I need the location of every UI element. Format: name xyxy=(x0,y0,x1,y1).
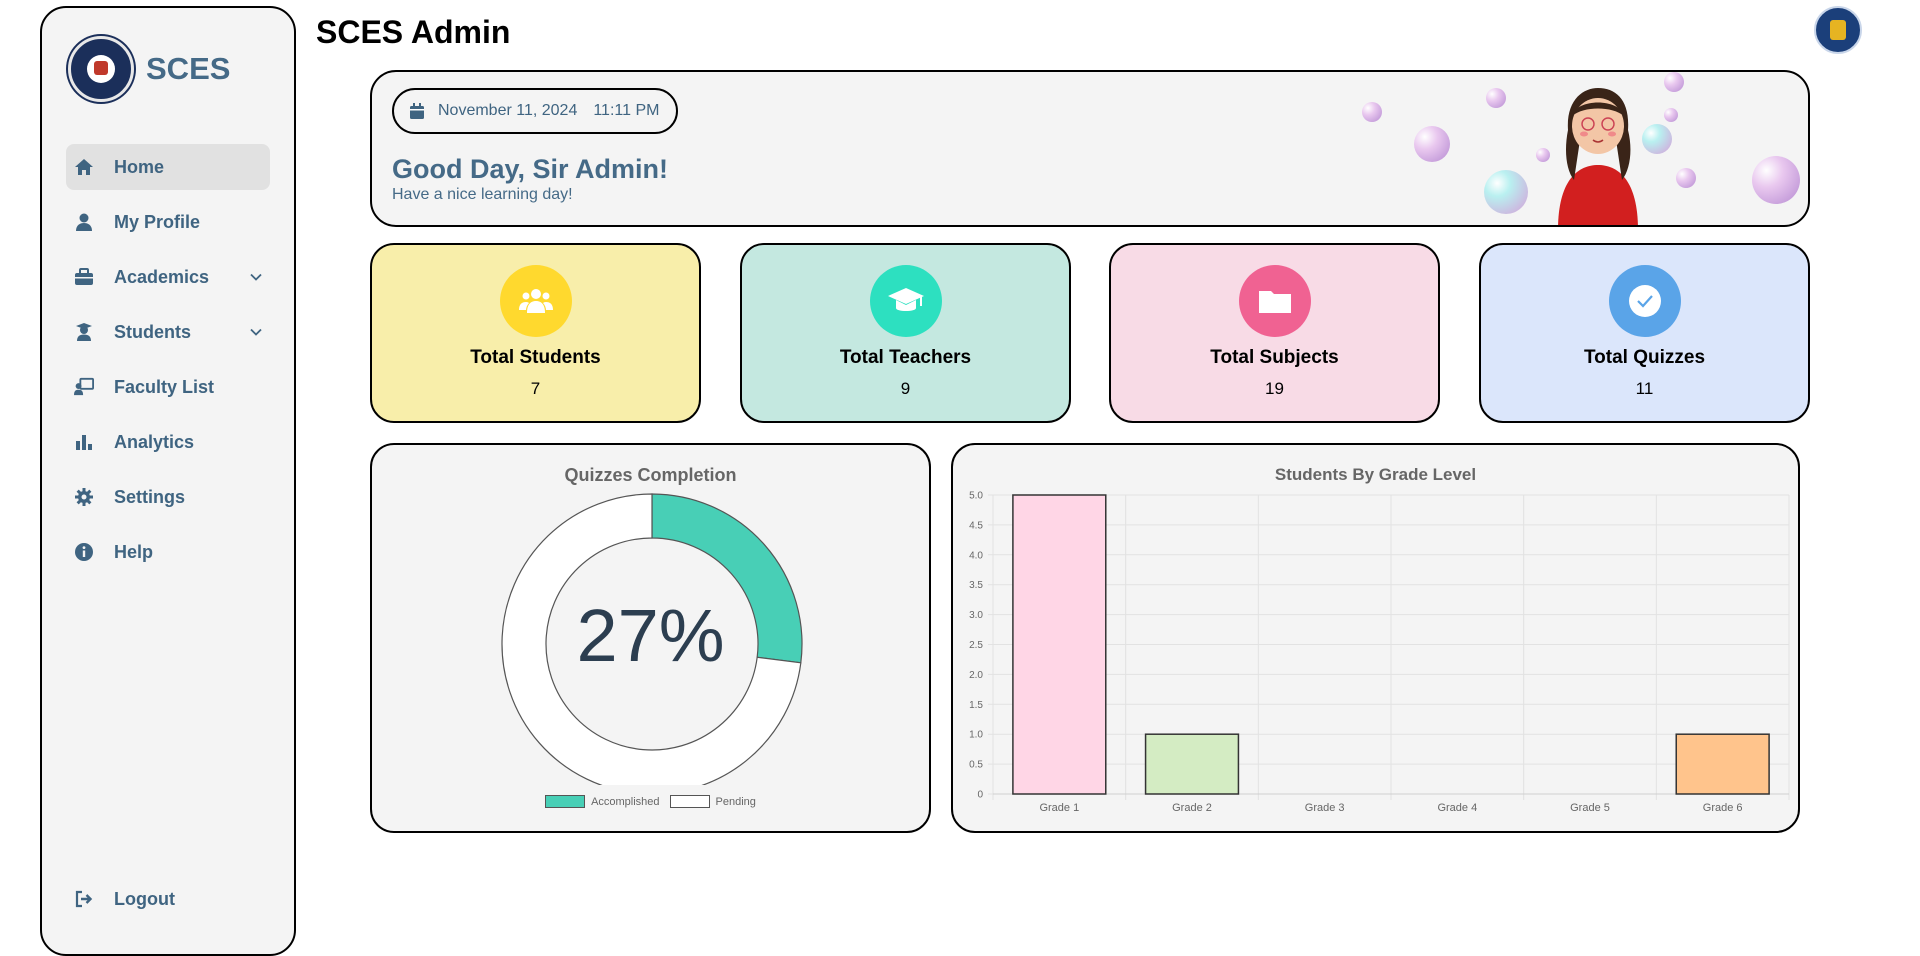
brand-name: SCES xyxy=(146,51,231,86)
legend-swatch xyxy=(669,795,710,808)
y-tick-label: 4.0 xyxy=(969,550,983,561)
sidebar-item-label: Analytics xyxy=(114,431,195,452)
school-logo-icon xyxy=(68,36,134,102)
gear-icon xyxy=(75,488,93,506)
briefcase-icon xyxy=(75,268,93,285)
sidebar-item-academics[interactable]: Academics xyxy=(66,254,270,300)
sidebar: SCES Home My Profile Academics Students … xyxy=(40,6,296,956)
greeting-heading: Good Day, Sir Admin! xyxy=(392,154,669,184)
sidebar-item-help[interactable]: Help xyxy=(66,529,270,575)
y-tick-label: 1.0 xyxy=(969,730,983,741)
sidebar-item-my-profile[interactable]: My Profile xyxy=(66,199,270,245)
current-date: November 11, 2024 xyxy=(438,102,578,119)
quizzes-completion-panel: Quizzes Completion 27% Accomplished Pend… xyxy=(370,443,931,833)
sidebar-item-students[interactable]: Students xyxy=(66,309,270,355)
student-character-illustration xyxy=(1558,88,1638,225)
sidebar-item-faculty-list[interactable]: Faculty List xyxy=(66,364,270,410)
y-tick-label: 0 xyxy=(977,790,983,801)
logout-label: Logout xyxy=(114,888,175,909)
logout-button[interactable]: Logout xyxy=(66,876,270,922)
page-title: SCES Admin xyxy=(316,14,511,50)
legend-swatch xyxy=(545,795,586,808)
sidebar-item-home[interactable]: Home xyxy=(66,144,270,190)
sidebar-nav: Home My Profile Academics Students Facul… xyxy=(66,144,270,584)
calendar-icon xyxy=(410,103,424,119)
greeting-subtitle: Have a nice learning day! xyxy=(392,186,573,203)
stat-label: Total Subjects xyxy=(1210,347,1339,368)
stat-value: 19 xyxy=(1265,379,1284,398)
x-tick-label: Grade 5 xyxy=(1570,802,1610,814)
sidebar-item-analytics[interactable]: Analytics xyxy=(66,419,270,465)
legend-item-pending[interactable]: Pending xyxy=(669,795,756,808)
bar-grade-6[interactable] xyxy=(1675,733,1770,795)
teacher-board-icon xyxy=(74,377,94,396)
grade-level-panel: Students By Grade Level 0 0.5 1.0 1.5 2.0 2.5… xyxy=(951,443,1800,833)
bar-chart-icon xyxy=(76,435,92,450)
student-icon xyxy=(76,323,92,341)
sidebar-item-label: Help xyxy=(114,541,154,562)
avatar[interactable] xyxy=(1814,6,1862,54)
stat-card-teachers[interactable]: Total Teachers 9 xyxy=(740,243,1071,423)
chart-legend: Accomplished Pending xyxy=(372,795,929,808)
stat-value: 7 xyxy=(530,379,541,398)
x-tick-label: Grade 3 xyxy=(1305,802,1345,814)
chevron-down-icon[interactable] xyxy=(250,271,262,283)
y-tick-label: 1.5 xyxy=(969,700,983,711)
y-tick-label: 2.0 xyxy=(969,670,983,681)
info-icon xyxy=(75,543,93,561)
bar-grade-2[interactable] xyxy=(1144,733,1240,795)
donut-center-percent: 27% xyxy=(576,594,725,677)
y-tick-label: 5.0 xyxy=(969,491,983,502)
stat-card-subjects[interactable]: Total Subjects 19 xyxy=(1109,243,1440,423)
y-tick-label: 3.5 xyxy=(969,580,983,591)
bar-grade-1[interactable] xyxy=(1012,494,1107,795)
y-tick-label: 0.5 xyxy=(969,760,983,771)
brand[interactable]: SCES xyxy=(68,36,230,102)
stat-card-students[interactable]: Total Students 7 xyxy=(370,243,701,423)
legend-item-accomplished[interactable]: Accomplished xyxy=(545,795,660,808)
legend-label: Accomplished xyxy=(591,795,660,808)
stat-label: Total Quizzes xyxy=(1583,347,1706,368)
stat-value: 9 xyxy=(900,379,911,398)
sidebar-item-settings[interactable]: Settings xyxy=(66,474,270,520)
sidebar-item-label: Students xyxy=(114,321,192,342)
user-icon xyxy=(76,213,92,231)
check-circle-icon xyxy=(1609,265,1681,337)
y-tick-label: 4.5 xyxy=(969,520,983,531)
grade-level-bar-chart: 0 0.5 1.0 1.5 2.0 2.5 3.0 3.5 4.0 4.5 5.0 Grade 1 Gr… xyxy=(969,491,1790,814)
folder-icon xyxy=(1239,265,1311,337)
y-tick-label: 3.0 xyxy=(969,610,983,621)
logout-icon xyxy=(75,890,93,908)
x-tick-label: Grade 2 xyxy=(1172,802,1212,814)
current-time: 11:11 PM xyxy=(593,102,660,119)
chevron-down-icon[interactable] xyxy=(250,326,262,338)
home-icon xyxy=(75,159,93,175)
sidebar-item-label: Academics xyxy=(114,266,210,287)
stat-card-quizzes[interactable]: Total Quizzes 11 xyxy=(1479,243,1810,423)
graduation-cap-icon xyxy=(870,265,942,337)
legend-label: Pending xyxy=(715,795,756,808)
y-tick-label: 2.5 xyxy=(969,640,983,651)
welcome-banner: November 11, 2024 11:11 PM Good Day, Sir… xyxy=(370,70,1810,227)
stat-label: Total Students xyxy=(470,347,601,368)
date-time-display: November 11, 2024 11:11 PM xyxy=(392,88,678,134)
sidebar-item-label: Faculty List xyxy=(114,376,215,397)
x-tick-label: Grade 1 xyxy=(1039,802,1079,814)
x-tick-label: Grade 4 xyxy=(1437,802,1477,814)
x-tick-label: Grade 6 xyxy=(1703,802,1743,814)
sidebar-item-label: Settings xyxy=(114,486,186,507)
stat-label: Total Teachers xyxy=(839,347,972,368)
users-group-icon xyxy=(500,265,572,337)
sidebar-item-label: My Profile xyxy=(114,211,201,232)
stat-value: 11 xyxy=(1635,379,1654,398)
sidebar-item-label: Home xyxy=(114,156,165,177)
